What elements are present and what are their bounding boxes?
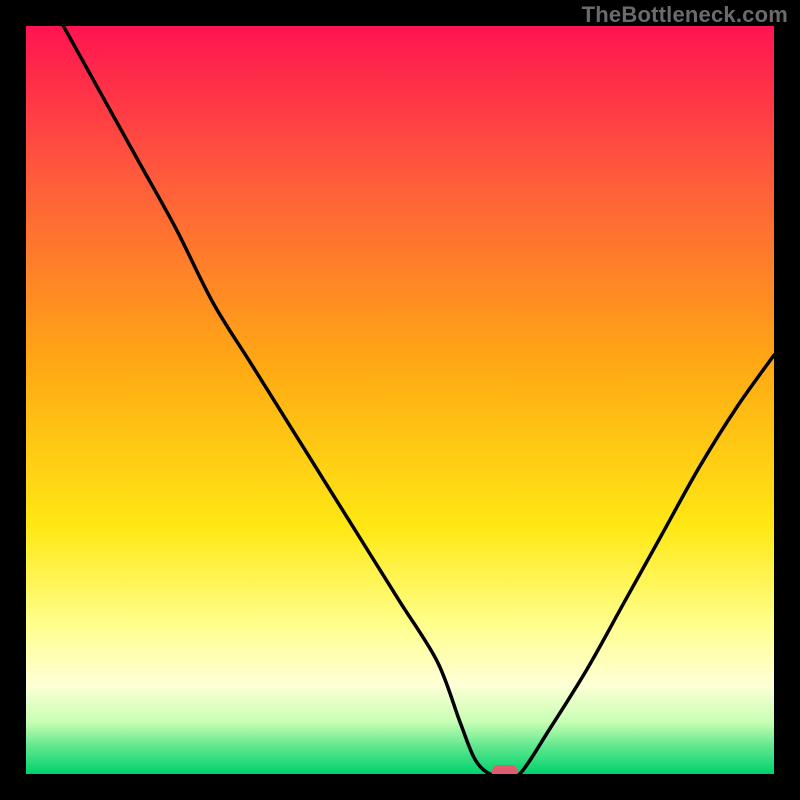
chart-plot-area xyxy=(26,26,774,774)
watermark-text: TheBottleneck.com xyxy=(582,2,788,28)
chart-svg xyxy=(26,26,774,774)
optimum-marker xyxy=(492,765,518,774)
chart-background-gradient xyxy=(26,26,774,774)
chart-frame: TheBottleneck.com xyxy=(0,0,800,800)
